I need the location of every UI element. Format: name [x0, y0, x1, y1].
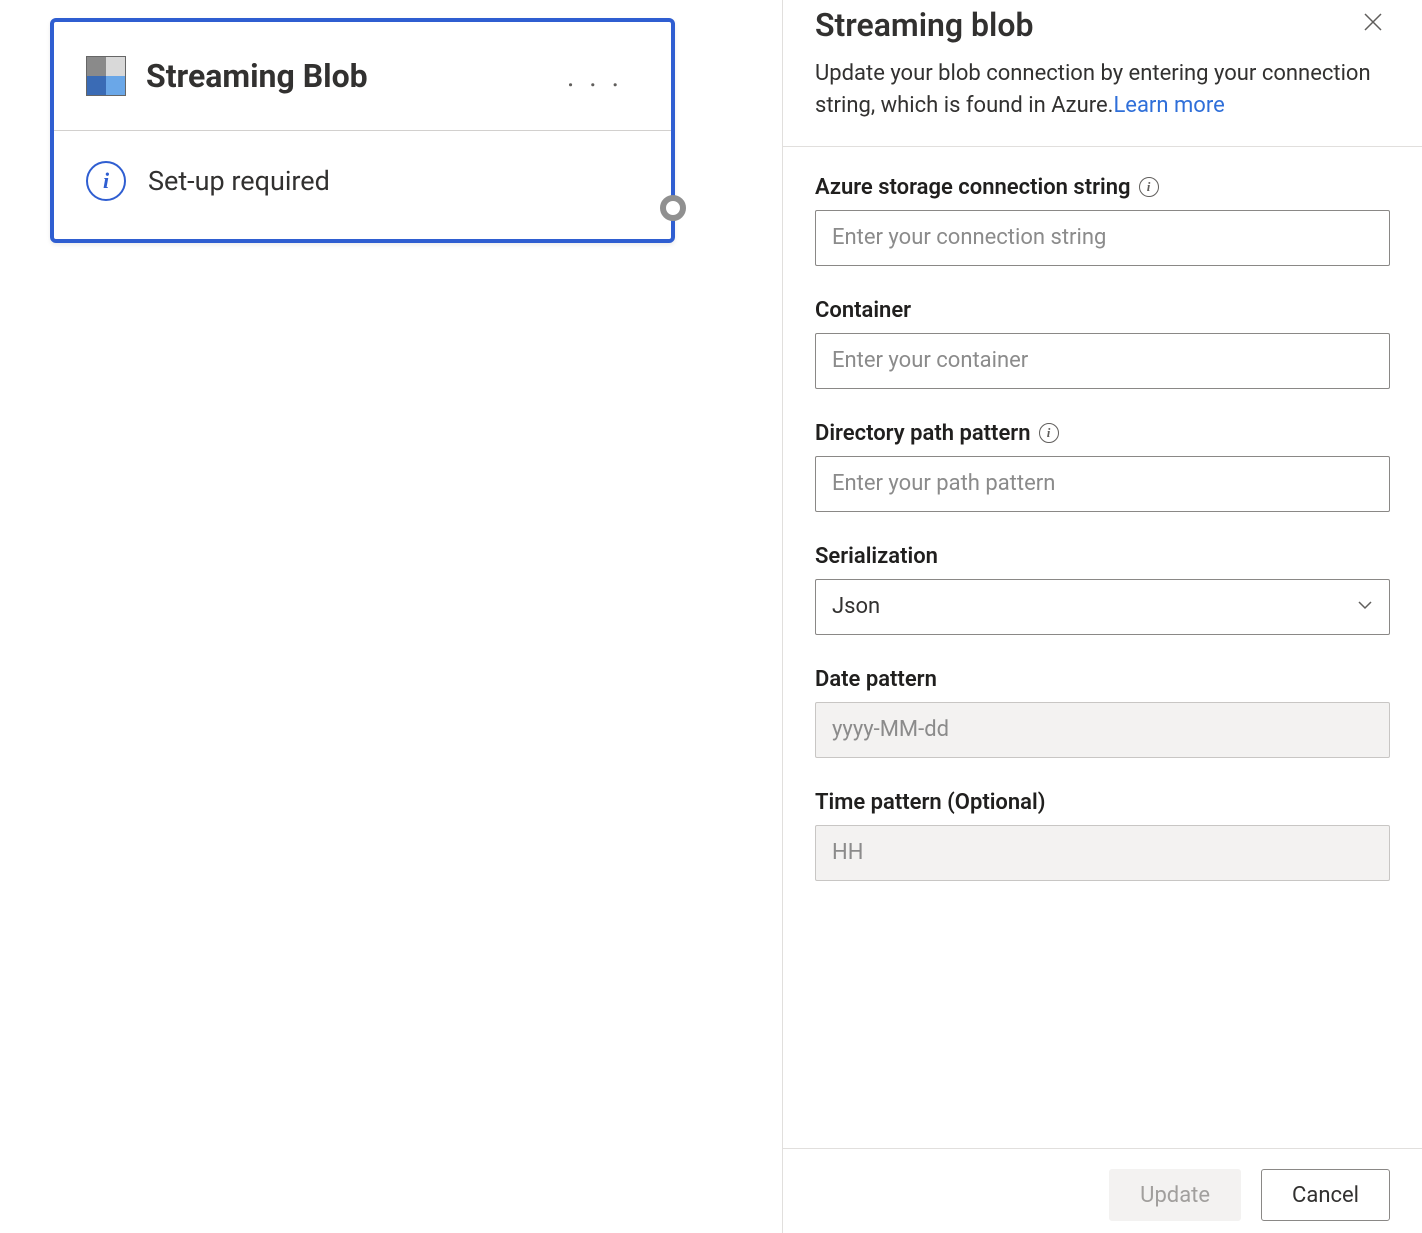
node-status-text: Set-up required: [148, 165, 330, 197]
info-icon[interactable]: i: [1139, 177, 1159, 197]
panel-footer: Update Cancel: [783, 1148, 1422, 1233]
learn-more-link[interactable]: Learn more: [1113, 93, 1224, 118]
panel-title: Streaming blob: [815, 6, 1033, 44]
streaming-blob-node[interactable]: Streaming Blob . . . i Set-up required: [50, 18, 675, 243]
serialization-label: Serialization: [815, 544, 938, 569]
container-input[interactable]: [815, 333, 1390, 389]
directory-path-input[interactable]: [815, 456, 1390, 512]
node-header: Streaming Blob . . .: [54, 22, 671, 130]
update-button[interactable]: Update: [1109, 1169, 1241, 1221]
directory-path-label: Directory path pattern: [815, 421, 1031, 446]
panel-description: Update your blob connection by entering …: [815, 58, 1390, 122]
time-pattern-input: [815, 825, 1390, 881]
panel-description-text: Update your blob connection by entering …: [815, 61, 1371, 118]
output-port[interactable]: [660, 195, 686, 221]
cancel-button[interactable]: Cancel: [1261, 1169, 1390, 1221]
node-title: Streaming Blob: [146, 57, 539, 95]
container-label: Container: [815, 298, 911, 323]
divider: [783, 146, 1422, 147]
info-icon: i: [86, 161, 126, 201]
date-pattern-label: Date pattern: [815, 667, 937, 692]
node-status-row: i Set-up required: [54, 131, 671, 239]
close-icon[interactable]: [1356, 4, 1390, 44]
connection-string-label: Azure storage connection string: [815, 175, 1131, 200]
canvas: Streaming Blob . . . i Set-up required: [0, 0, 782, 1233]
time-pattern-label: Time pattern (Optional): [815, 790, 1045, 815]
serialization-select[interactable]: Json: [815, 579, 1390, 635]
blob-storage-icon: [86, 56, 126, 96]
more-options-button[interactable]: . . .: [559, 60, 631, 93]
connection-string-input[interactable]: [815, 210, 1390, 266]
properties-panel: Streaming blob Update your blob connecti…: [782, 0, 1422, 1233]
info-icon[interactable]: i: [1039, 423, 1059, 443]
date-pattern-input: [815, 702, 1390, 758]
